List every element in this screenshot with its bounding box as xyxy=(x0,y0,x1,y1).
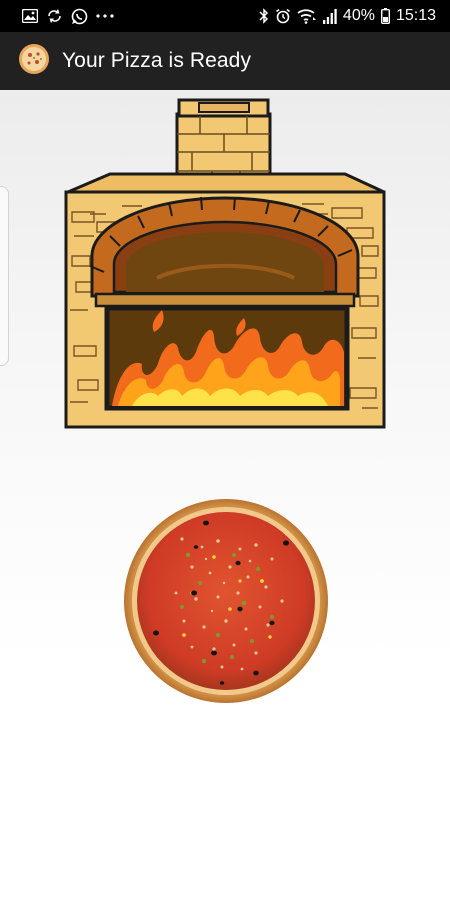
clock: 15:13 xyxy=(395,7,436,24)
edge-panel-handle[interactable] xyxy=(0,186,9,366)
battery-percent: 40% xyxy=(342,7,375,24)
app-bar: Your Pizza is Ready xyxy=(0,32,450,90)
whatsapp-icon xyxy=(71,8,88,25)
bluetooth-icon xyxy=(259,8,269,24)
pizza-app-icon xyxy=(18,43,50,80)
wifi-icon xyxy=(297,8,317,24)
signal-icon xyxy=(322,8,337,24)
pizza-illustration xyxy=(124,499,328,703)
sync-icon xyxy=(46,8,63,24)
pizza-sauce xyxy=(137,512,315,690)
more-icon xyxy=(96,14,114,18)
brick-oven-with-fire-illustration xyxy=(64,98,386,429)
status-left xyxy=(22,8,114,25)
main-content xyxy=(0,90,450,900)
alarm-icon xyxy=(275,8,291,24)
status-bar: 40% 15:13 xyxy=(0,0,450,32)
status-right: 40% 15:13 xyxy=(259,7,436,25)
battery-icon xyxy=(380,8,390,24)
app-title: Your Pizza is Ready xyxy=(62,49,252,72)
oven-fire xyxy=(104,305,350,411)
gallery-icon xyxy=(22,9,38,23)
